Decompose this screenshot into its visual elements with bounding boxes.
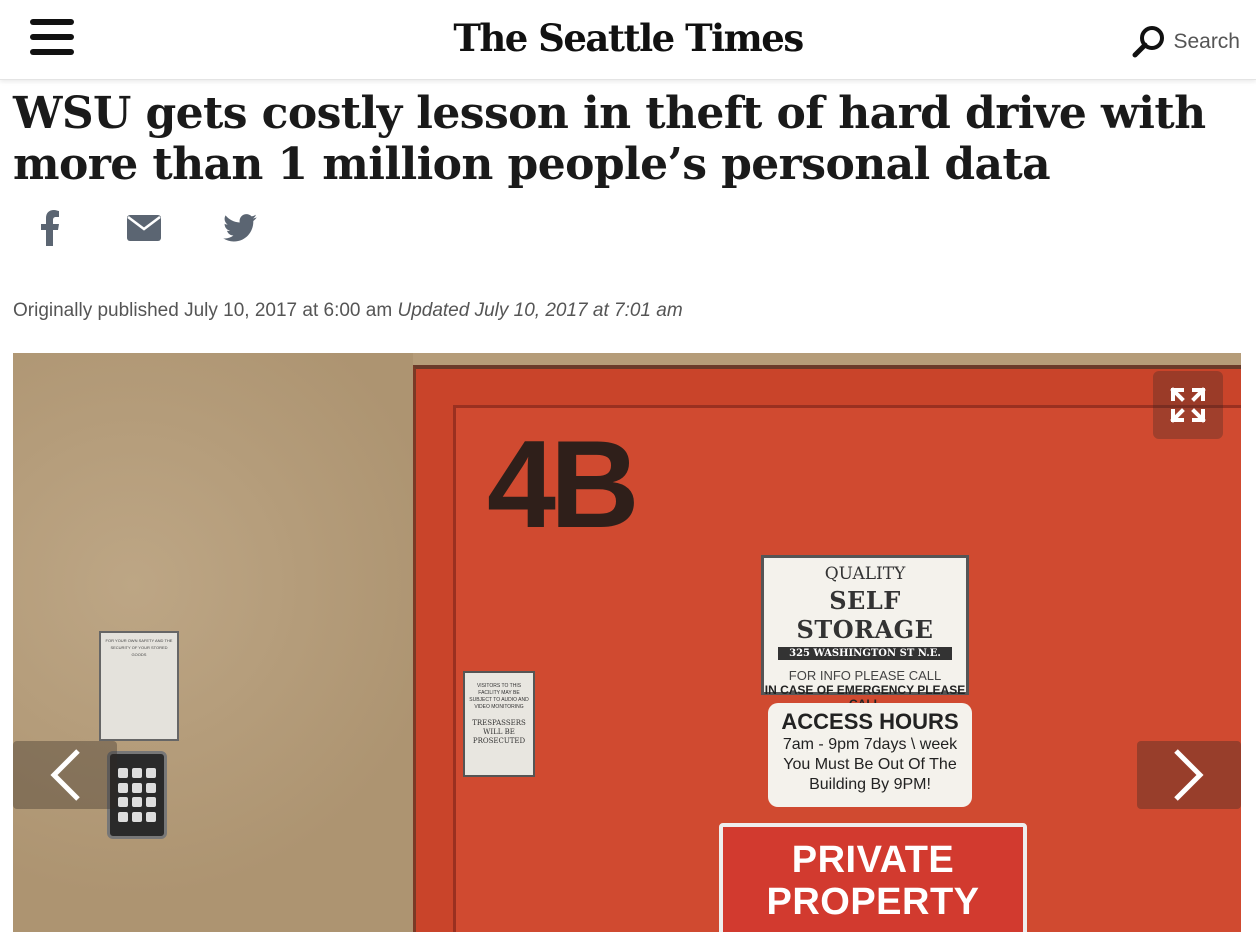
search-button[interactable]: Search: [1131, 22, 1240, 62]
quality-sign-line2: SELF STORAGE: [796, 586, 934, 644]
next-photo-button[interactable]: [1137, 741, 1241, 809]
share-bar: [28, 208, 288, 248]
visitors-sign-big: TRESPASSERS WILL BE PROSECUTED: [472, 719, 526, 745]
article-dateline: Originally published July 10, 2017 at 6:…: [13, 300, 683, 322]
site-header: The Seattle Times Search: [0, 0, 1256, 80]
hamburger-menu-icon[interactable]: [30, 19, 74, 55]
twitter-share-button[interactable]: [220, 208, 260, 248]
facebook-share-button[interactable]: [28, 208, 72, 248]
twitter-icon: [223, 214, 257, 242]
published-date: Originally published July 10, 2017 at 6:…: [13, 300, 393, 321]
updated-date: Updated July 10, 2017 at 7:01 am: [397, 300, 683, 321]
private-property-sign: PRIVATE PROPERTY: [719, 823, 1027, 932]
visitors-sign-small: VISITORS TO THIS FACILITY MAY BE SUBJECT…: [469, 683, 529, 710]
site-logo-text[interactable]: The Seattle Times: [453, 16, 804, 60]
quality-sign-line1: QUALITY: [824, 564, 906, 584]
previous-photo-button[interactable]: [13, 741, 117, 809]
email-share-button[interactable]: [124, 208, 164, 248]
chevron-left-icon: [50, 749, 80, 801]
search-label: Search: [1173, 30, 1240, 53]
hours-sign-line3: Building By 9PM!: [809, 776, 931, 793]
hours-sign-title: ACCESS HOURS: [781, 709, 959, 734]
visitors-sign: VISITORS TO THIS FACILITY MAY BE SUBJECT…: [463, 671, 535, 777]
magnifier-icon: [1132, 26, 1165, 58]
stucco-wall: [13, 353, 413, 932]
access-hours-sign: ACCESS HOURS 7am - 9pm 7days \ week You …: [768, 703, 972, 807]
quality-sign-line3: 325 WASHINGTON ST N.E.: [778, 647, 952, 660]
expand-icon: [1170, 387, 1206, 423]
door-number: 4B: [487, 416, 639, 554]
article-headline: WSU gets costly lesson in theft of hard …: [13, 88, 1206, 190]
article-photo[interactable]: 4B FOR YOUR OWN SAFETY AND THE SECURITY …: [13, 353, 1241, 932]
hours-sign-line2: You Must Be Out Of The: [783, 756, 957, 773]
site-logo: The Seattle Times: [0, 16, 1256, 60]
rules-sign: FOR YOUR OWN SAFETY AND THE SECURITY OF …: [99, 631, 179, 741]
fullscreen-button[interactable]: [1153, 371, 1223, 439]
private-sign-line1: PRIVATE: [791, 839, 955, 881]
facebook-icon: [41, 210, 59, 246]
hours-sign-line1: 7am - 9pm 7days \ week: [782, 736, 958, 753]
quality-sign-line4: FOR INFO PLEASE CALL: [788, 668, 942, 683]
quality-storage-sign: QUALITY SELF STORAGE 325 WASHINGTON ST N…: [761, 555, 969, 730]
private-sign-line2: PROPERTY: [766, 881, 980, 923]
rules-sign-text: FOR YOUR OWN SAFETY AND THE SECURITY OF …: [105, 638, 173, 657]
chevron-right-icon: [1174, 749, 1204, 801]
email-icon: [127, 215, 161, 241]
